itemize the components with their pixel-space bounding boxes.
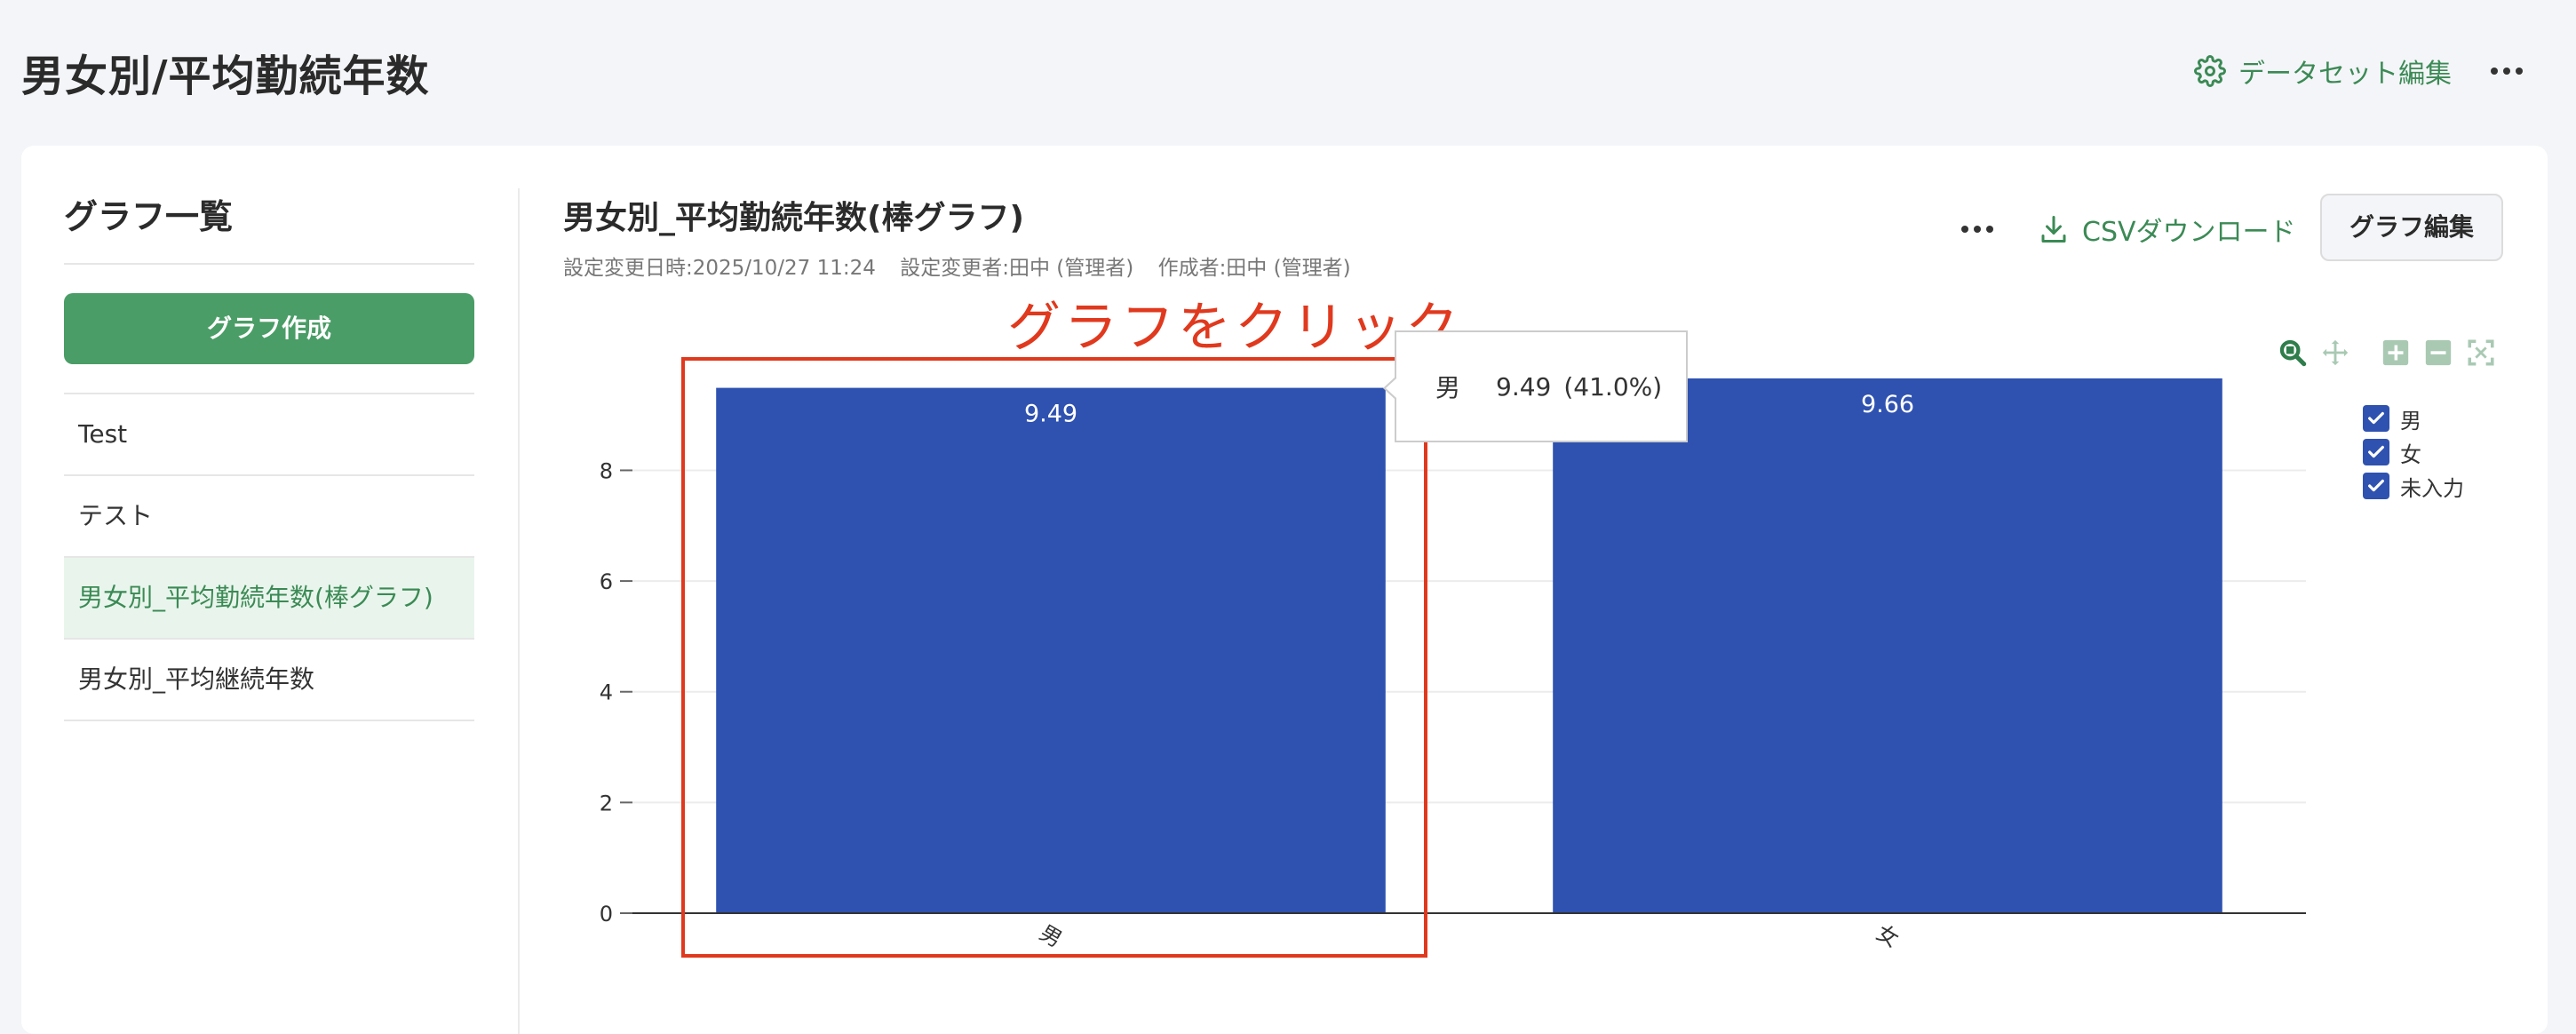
y-tick-label: 2 — [600, 791, 613, 815]
tooltip-value: 9.49 — [1496, 371, 1552, 402]
zoom-in-icon[interactable] — [2381, 338, 2411, 368]
y-tick-label: 0 — [600, 902, 613, 927]
tooltip-percent: (41.0%) — [1563, 371, 1663, 402]
chart-legend: 男 女 未入力 — [2363, 402, 2464, 503]
bar-female[interactable] — [1553, 378, 2222, 913]
y-tick-label: 8 — [600, 458, 613, 483]
legend-label: 男 — [2400, 408, 2421, 433]
checkbox-checked-icon[interactable] — [2363, 439, 2389, 465]
zoom-out-icon[interactable] — [2423, 338, 2453, 368]
checkbox-checked-icon[interactable] — [2363, 405, 2389, 432]
chart-toolbar — [2278, 338, 2496, 368]
x-tick-label: 女 — [1872, 920, 1904, 952]
y-tick-label: 4 — [600, 680, 613, 705]
reset-zoom-icon[interactable] — [2466, 338, 2496, 368]
checkbox-checked-icon[interactable] — [2363, 473, 2389, 499]
annotation-highlight-box — [681, 357, 1427, 958]
tooltip-category: 男 — [1435, 373, 1461, 402]
legend-label: 未入力 — [2400, 475, 2464, 501]
chart-tooltip: 男 9.49 (41.0%) — [1395, 330, 1688, 442]
legend-item-female[interactable]: 女 — [2363, 435, 2464, 469]
zoom-icon[interactable] — [2278, 338, 2308, 368]
legend-item-unentered[interactable]: 未入力 — [2363, 469, 2464, 503]
data-label: 9.66 — [1861, 391, 1914, 418]
tooltip-arrow-inner — [1386, 378, 1396, 398]
pan-icon[interactable] — [2320, 338, 2350, 368]
legend-label: 女 — [2400, 441, 2421, 467]
legend-item-male[interactable]: 男 — [2363, 402, 2464, 435]
y-tick-label: 6 — [600, 569, 613, 594]
